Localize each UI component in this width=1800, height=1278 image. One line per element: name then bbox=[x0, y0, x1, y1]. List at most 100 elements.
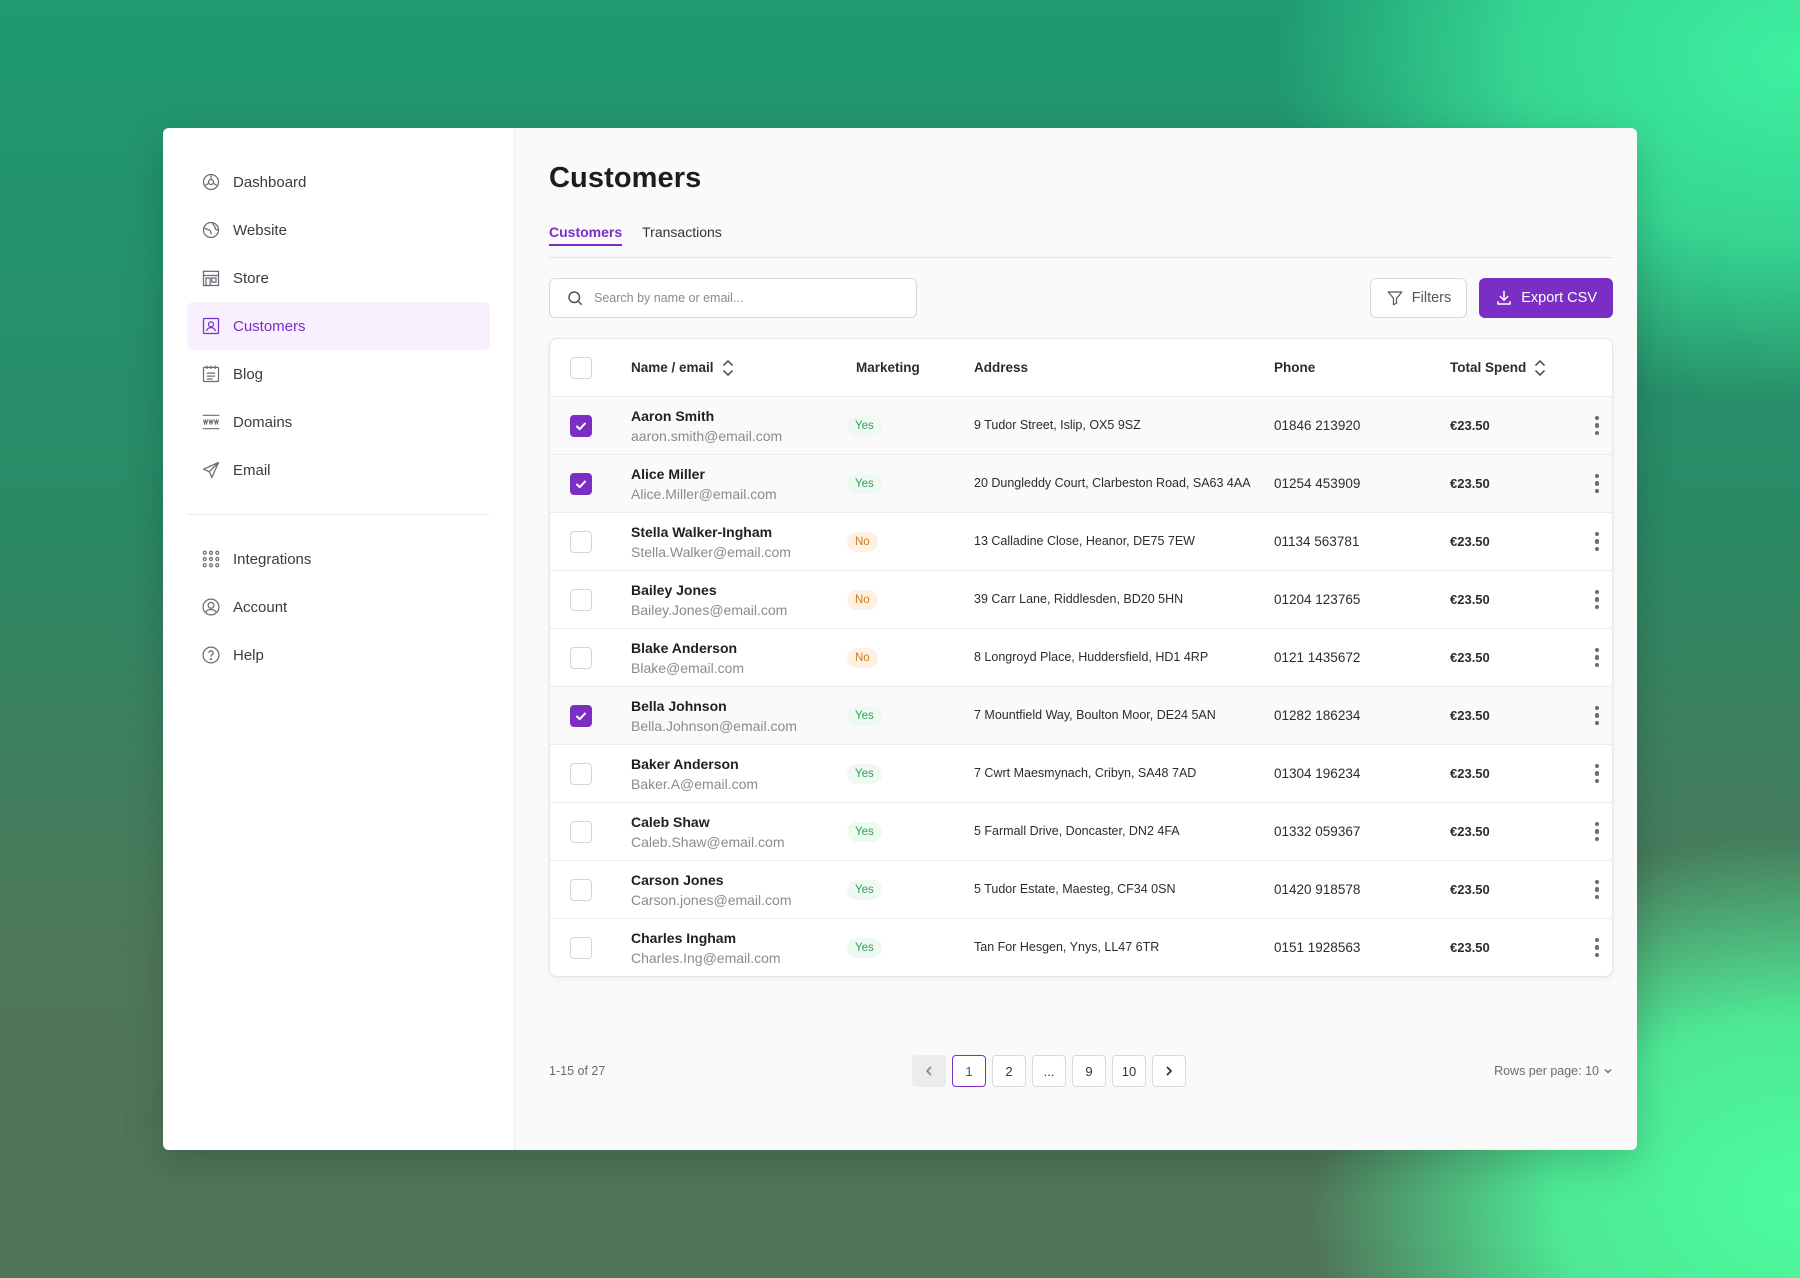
sidebar-item-account[interactable]: Account bbox=[187, 583, 490, 631]
row-checkbox[interactable] bbox=[570, 936, 592, 959]
customer-name: Bailey Jones bbox=[631, 581, 717, 598]
more-options-icon[interactable] bbox=[1591, 934, 1604, 962]
sidebar-item-blog[interactable]: Blog bbox=[187, 350, 490, 398]
table-row[interactable]: Alice Miller Alice.Miller@email.com Yes 20 … bbox=[550, 454, 1612, 512]
table-row[interactable]: Caleb Shaw Caleb.Shaw@email.com Yes 5 Farma… bbox=[550, 802, 1612, 860]
more-options-icon[interactable] bbox=[1591, 876, 1604, 904]
row-checkbox[interactable] bbox=[570, 588, 592, 611]
grid-icon bbox=[201, 549, 221, 569]
more-options-icon[interactable] bbox=[1591, 528, 1604, 556]
page-button-10[interactable]: 10 bbox=[1112, 1055, 1146, 1087]
table-row[interactable]: Bella Johnson Bella.Johnson@email.com Yes 7… bbox=[550, 686, 1612, 744]
customer-email: Bailey.Jones@email.com bbox=[631, 601, 788, 618]
more-options-icon[interactable] bbox=[1591, 470, 1604, 498]
customer-address: 13 Calladine Close, Heanor, DE75 7EW bbox=[974, 534, 1195, 548]
marketing-badge: No bbox=[847, 647, 878, 668]
customer-email: aaron.smith@email.com bbox=[631, 427, 783, 444]
search-box[interactable] bbox=[549, 278, 917, 318]
more-options-icon[interactable] bbox=[1591, 818, 1604, 846]
sidebar-item-label: Blog bbox=[233, 365, 264, 383]
next-page-button[interactable] bbox=[1152, 1055, 1186, 1087]
marketing-badge: Yes bbox=[847, 937, 882, 958]
table-row[interactable]: Stella Walker-Ingham Stella.Walker@email.… bbox=[550, 512, 1612, 570]
table-row[interactable]: Carson Jones Carson.jones@email.com Yes 5 T… bbox=[550, 860, 1612, 918]
table-row[interactable]: Bailey Jones Bailey.Jones@email.com No 39 C… bbox=[550, 570, 1612, 628]
sidebar-item-label: Account bbox=[233, 598, 288, 616]
customer-address: 20 Dungleddy Court, Clarbeston Road, SA6… bbox=[974, 476, 1251, 490]
sidebar-item-domains[interactable]: Domains bbox=[187, 398, 490, 446]
download-icon bbox=[1495, 289, 1513, 307]
customer-phone: 01332 059367 bbox=[1274, 824, 1361, 839]
more-options-icon[interactable] bbox=[1591, 412, 1604, 440]
header-total-spend[interactable]: Total Spend bbox=[1450, 359, 1582, 377]
customer-phone: 01420 918578 bbox=[1274, 882, 1361, 897]
export-csv-label: Export CSV bbox=[1521, 290, 1597, 306]
tab-customers[interactable]: Customers bbox=[549, 222, 623, 246]
sidebar-item-email[interactable]: Email bbox=[187, 446, 490, 494]
sidebar-item-website[interactable]: Website bbox=[187, 206, 490, 254]
customer-name-cell: Stella Walker-Ingham Stella.Walker@email.… bbox=[631, 522, 856, 562]
select-all-checkbox[interactable] bbox=[570, 356, 592, 379]
sidebar-item-integrations[interactable]: Integrations bbox=[187, 535, 490, 583]
customer-phone: 01304 196234 bbox=[1274, 766, 1361, 781]
row-checkbox[interactable] bbox=[570, 704, 592, 727]
globe-icon bbox=[201, 220, 221, 240]
row-checkbox[interactable] bbox=[570, 762, 592, 785]
tab-transactions[interactable]: Transactions bbox=[642, 222, 722, 258]
more-options-icon[interactable] bbox=[1591, 702, 1604, 730]
customer-address: 5 Farmall Drive, Doncaster, DN2 4FA bbox=[974, 824, 1180, 838]
toolbar: Filters Export CSV bbox=[549, 278, 1613, 318]
row-checkbox[interactable] bbox=[570, 878, 592, 901]
export-csv-button[interactable]: Export CSV bbox=[1479, 278, 1613, 318]
row-checkbox[interactable] bbox=[570, 820, 592, 843]
header-address: Address bbox=[974, 360, 1029, 375]
sidebar-item-customers[interactable]: Customers bbox=[187, 302, 490, 350]
customer-total-spend: €23.50 bbox=[1450, 940, 1490, 955]
main-content: Customers Customers Transactions Filters bbox=[515, 128, 1637, 1150]
customer-address: 39 Carr Lane, Riddlesden, BD20 5HN bbox=[974, 592, 1184, 606]
header-name[interactable]: Name / email bbox=[631, 359, 856, 377]
more-options-icon[interactable] bbox=[1591, 586, 1604, 614]
marketing-badge: Yes bbox=[847, 473, 882, 494]
customer-phone: 0151 1928563 bbox=[1274, 940, 1361, 955]
chevron-right-icon bbox=[1163, 1065, 1175, 1077]
customer-name: Alice Miller bbox=[631, 465, 705, 482]
table-row[interactable]: Aaron Smith aaron.smith@email.com Yes 9 Tud… bbox=[550, 396, 1612, 454]
table-row[interactable]: Charles Ingham Charles.Ing@email.com Yes Ta… bbox=[550, 918, 1612, 976]
prev-page-button[interactable] bbox=[912, 1055, 946, 1087]
send-icon bbox=[201, 460, 221, 480]
page-button-9[interactable]: 9 bbox=[1072, 1055, 1106, 1087]
sidebar-item-label: Customers bbox=[233, 317, 306, 335]
table-row[interactable]: Blake Anderson Blake@email.com No 8 Longroy… bbox=[550, 628, 1612, 686]
more-options-icon[interactable] bbox=[1591, 760, 1604, 788]
filters-button[interactable]: Filters bbox=[1369, 278, 1468, 318]
customer-name: Caleb Shaw bbox=[631, 813, 710, 830]
sidebar-primary-nav: Dashboard Website Store Customers Blog Domain… bbox=[187, 158, 490, 494]
row-checkbox[interactable] bbox=[570, 530, 592, 553]
table-row[interactable]: Baker Anderson Baker.A@email.com Yes 7 Cwrt… bbox=[550, 744, 1612, 802]
check-icon bbox=[574, 477, 588, 491]
rows-per-page-select[interactable]: Rows per page: 10 bbox=[1494, 1064, 1613, 1078]
row-checkbox[interactable] bbox=[570, 472, 592, 495]
header-spend-label: Total Spend bbox=[1450, 360, 1527, 375]
sort-icon[interactable] bbox=[1534, 359, 1546, 377]
row-checkbox[interactable] bbox=[570, 414, 592, 437]
sidebar-item-help[interactable]: Help bbox=[187, 631, 490, 679]
sidebar: Dashboard Website Store Customers Blog Domain… bbox=[163, 128, 515, 1150]
sidebar-secondary-nav: Integrations Account Help bbox=[187, 535, 490, 679]
sidebar-item-store[interactable]: Store bbox=[187, 254, 490, 302]
filter-icon bbox=[1386, 289, 1404, 307]
app-window: Dashboard Website Store Customers Blog Domain… bbox=[163, 128, 1637, 1150]
sidebar-item-label: Integrations bbox=[233, 550, 312, 568]
customer-email: Caleb.Shaw@email.com bbox=[631, 833, 785, 850]
row-checkbox[interactable] bbox=[570, 646, 592, 669]
marketing-badge: Yes bbox=[847, 705, 882, 726]
search-input[interactable] bbox=[594, 291, 894, 305]
sidebar-item-dashboard[interactable]: Dashboard bbox=[187, 158, 490, 206]
page-button-1[interactable]: 1 bbox=[952, 1055, 986, 1087]
page-button-2[interactable]: 2 bbox=[992, 1055, 1026, 1087]
sidebar-item-label: Domains bbox=[233, 413, 293, 431]
more-options-icon[interactable] bbox=[1591, 644, 1604, 672]
sidebar-divider bbox=[187, 514, 490, 515]
sort-icon[interactable] bbox=[722, 359, 734, 377]
